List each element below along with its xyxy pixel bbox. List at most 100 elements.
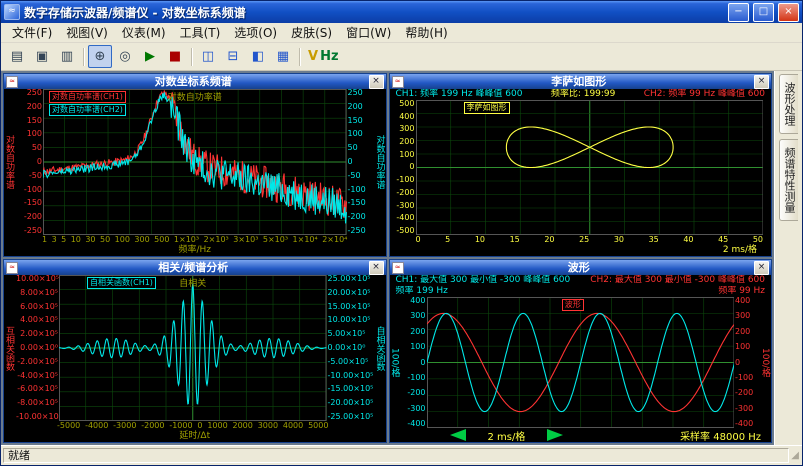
tick-label: -4.00×10⁵ [16,372,58,380]
tick-label: 40 [683,235,693,245]
menu-item-7[interactable]: 帮助(H) [398,23,454,42]
tick-label: 50 [100,235,110,245]
tick-label: 20.00×10⁵ [328,289,374,297]
tick-label: 2×10⁴ [322,235,347,245]
y-axis-label-right: 对数自功率谱 [375,89,386,235]
tick-label: 10.00×10⁵ [16,275,58,283]
scroll-right-arrow[interactable] [547,429,563,441]
cascade-button[interactable]: ◧ [246,45,270,68]
tick-label: -100 [402,374,426,382]
grid-button[interactable]: ▦ [271,45,295,68]
tick-label: 15.00×10⁵ [328,303,374,311]
ch2-readout: CH2: 频率 99 Hz 峰峰值 600 [644,89,765,100]
tick-label: 2×10³ [204,235,229,245]
child-titlebar[interactable]: ≈ 李萨如图形 × [390,74,772,89]
plot-canvas[interactable]: 对数自功率谱 对数自功率谱(CH1)对数自功率谱(CH2) [43,89,347,235]
tick-label: -100 [16,186,42,194]
scroll-left-arrow[interactable] [450,429,466,441]
tick-label: 0.00×10⁰ [16,344,58,352]
menu-item-2[interactable]: 仪表(M) [115,23,173,42]
tick-label: 300 [134,235,149,245]
ch1-readout: CH1: 频率 199 Hz 峰峰值 600 [396,89,523,100]
tick-label: -200 [735,389,759,397]
save-button[interactable]: ▣ [30,45,54,68]
tick-label: 35 [649,235,659,245]
tick-label: 6.00×10⁵ [16,303,58,311]
close-icon[interactable]: × [754,261,769,275]
close-icon[interactable]: × [369,75,384,89]
tick-label: 300 [402,312,426,320]
menu-item-0[interactable]: 文件(F) [5,23,59,42]
menu-bar: 文件(F)视图(V)仪表(M)工具(T)选项(O)皮肤(S)窗口(W)帮助(H) [1,23,802,43]
run-button[interactable]: ▶ [138,45,162,68]
tick-label: 0 [348,158,374,166]
plot-canvas[interactable]: 李萨如图形 [416,100,764,235]
plot-canvas[interactable]: 自相关 自相关函数(CH1) [59,275,327,421]
measurement-header-line1: CH1: 最大值 300 最小值 -300 峰峰值 600 CH2: 最大值 3… [390,275,772,286]
tick-label: 3 [52,235,57,245]
tick-label: 25.00×10⁵ [328,275,374,283]
child-titlebar[interactable]: ≈ 对数坐标系频谱 × [4,74,386,89]
tick-label: 5000 [308,421,328,431]
menu-item-6[interactable]: 窗口(W) [339,23,398,42]
tick-label: 100 [115,235,130,245]
tick-label: -100 [348,186,374,194]
tick-label: 300 [391,125,415,133]
tick-label: 200 [16,103,42,111]
tick-label: -300 [391,202,415,210]
tick-label: -400 [402,420,426,428]
tick-label: -8.00×10⁵ [16,399,58,407]
y-ticks-right: 250200150100500-50-100-150-200-250 [347,89,375,235]
tick-label: 400 [735,297,759,305]
tick-label: -200 [391,189,415,197]
child-window-waveform: ≈ 波形 × CH1: 最大值 300 最小值 -300 峰峰值 600 CH2… [389,259,773,443]
close-icon[interactable]: × [369,261,384,275]
tick-label: 200 [391,138,415,146]
maximize-button[interactable]: □ [753,3,774,22]
x-ticks: 05101520253035404550 [416,235,764,245]
menu-item-5[interactable]: 皮肤(S) [284,23,339,42]
tile-horizontal-button[interactable]: ⊟ [221,45,245,68]
open-button[interactable]: ▤ [5,45,29,68]
menu-item-4[interactable]: 选项(O) [227,23,284,42]
tick-label: 8.00×10⁵ [16,289,58,297]
child-window-title: 李萨如图形 [406,74,753,89]
print-button[interactable]: ▥ [55,45,79,68]
tick-label: -250 [16,227,42,235]
volts-hertz-control[interactable]: V Hz [304,49,343,64]
tick-label: 30 [614,235,624,245]
cursor-button[interactable]: ◎ [113,45,137,68]
tick-label: -5000 [57,421,80,431]
ch1-stats-readout: CH1: 最大值 300 最小值 -300 峰峰值 600 [396,275,571,286]
tick-label: 2.00×10⁵ [16,330,58,338]
menu-item-1[interactable]: 视图(V) [59,23,115,42]
stop-button[interactable]: ■ [163,45,187,68]
minimize-button[interactable]: − [728,3,749,22]
pan-tool-button[interactable]: ⊕ [88,45,112,68]
tick-label: 4.00×10⁵ [16,316,58,324]
y-ticks-left: 10.00×10⁵ 8.00×10⁵ 6.00×10⁵ 4.00×10⁵ 2.00×10… [15,275,59,421]
side-tab-0[interactable]: 波形处理 [779,74,798,134]
child-titlebar[interactable]: ≈ 相关/频谱分析 × [4,260,386,275]
side-tab-1[interactable]: 频谱特性测量 [779,139,798,221]
tick-label: 10.00×10⁵ [328,316,374,324]
close-icon[interactable]: × [754,75,769,89]
tick-label: 30 [85,235,95,245]
tick-label: -10.00×10⁵ [328,372,374,380]
resize-grip-icon[interactable]: ◢ [791,449,800,462]
tick-label: 5 [61,235,66,245]
child-titlebar[interactable]: ≈ 波形 × [390,260,772,275]
tick-label: 0 [735,359,759,367]
menu-item-3[interactable]: 工具(T) [173,23,228,42]
tick-label: -6.00×10⁵ [16,385,58,393]
tile-vertical-button[interactable]: ◫ [196,45,220,68]
sample-rate-readout: 采样率 48000 Hz [680,428,761,443]
plot-canvas[interactable]: 波形 [427,297,735,428]
close-button[interactable]: × [778,3,799,22]
y-ticks-left: 5004003002001000-100-200-300-400-500 [390,100,416,235]
tick-label: 10 [475,235,485,245]
title-bar[interactable]: ≈ 数字存储示波器/频谱仪 - 对数坐标系频谱 − □ × [1,1,802,23]
y-ticks-right: 25.00×10⁵20.00×10⁵15.00×10⁵10.00×10⁵5.00… [327,275,375,421]
y-ticks-left: 250200150100500-50-100-150-200-250 [15,89,43,235]
toolbar-separator [191,48,192,66]
